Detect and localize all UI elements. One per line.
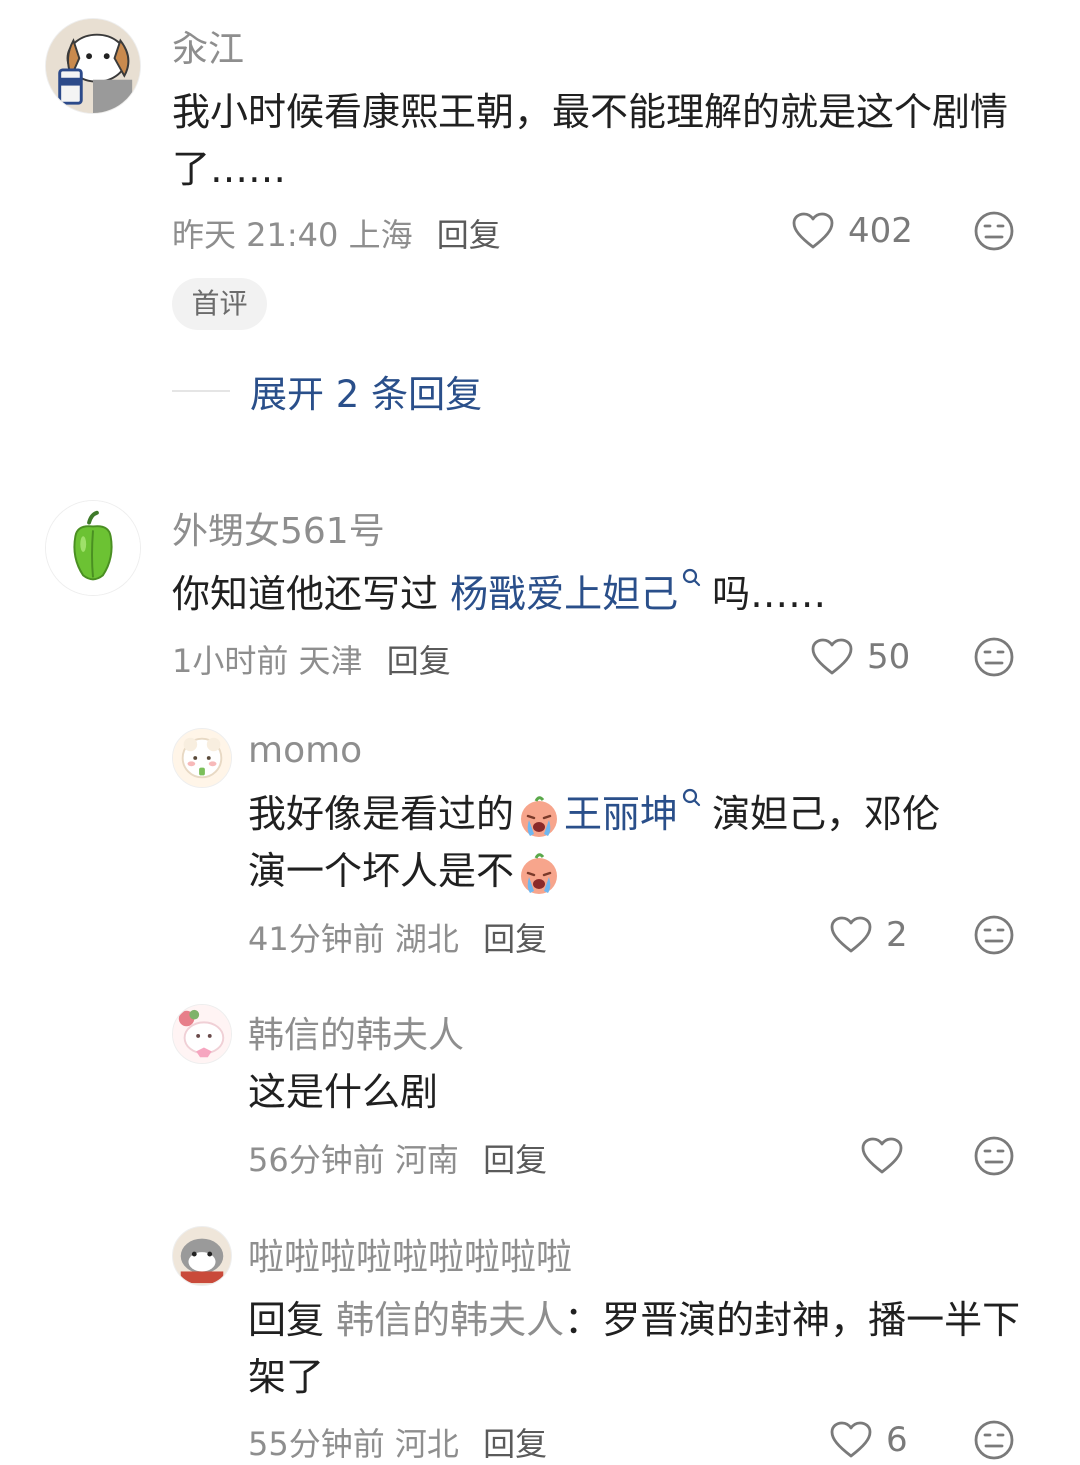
comment-text: 我小时候看康熙王朝，最不能理解的就是这个剧情了…… — [172, 90, 1009, 191]
comment-item: 外甥女561号 你知道他还写过 杨戬爱上妲己 吗…… 1小时前 天津 回复 50 — [0, 490, 1080, 710]
reply-text: 我好像是看过的 王丽坤 演妲己，邓伦 演一个坏人是不 — [248, 786, 1038, 900]
expand-replies-label[interactable]: 展开 2 条回复 — [250, 364, 482, 418]
neutral-face-icon[interactable] — [973, 1419, 1015, 1461]
location: 上海 — [348, 216, 413, 254]
heart-outline-icon — [830, 916, 872, 953]
reply-text-part: 演妲己，邓伦 — [712, 792, 941, 836]
reply-item: 啦啦啦啦啦啦啦啦啦 回复 韩信的韩夫人：罗晋演的封神，播一半下架了 55分钟前 … — [0, 1222, 1080, 1463]
reply-button[interactable]: 回复 — [387, 642, 451, 680]
like-count: 50 — [867, 637, 911, 677]
username[interactable]: 汆江 — [172, 20, 244, 72]
like-button[interactable]: 402 — [792, 208, 913, 254]
neutral-face-icon[interactable] — [973, 914, 1015, 956]
location: 河北 — [394, 1425, 459, 1463]
like-count: 402 — [848, 211, 913, 251]
expand-replies-button[interactable]: 展开 2 条回复 — [172, 366, 482, 416]
like-count: 2 — [886, 915, 908, 955]
bunny-avatar-icon — [173, 1005, 231, 1063]
heart-outline-icon — [830, 1421, 872, 1458]
sheep-avatar-icon — [173, 729, 231, 787]
avatar[interactable] — [45, 500, 141, 596]
location: 河南 — [394, 1141, 459, 1179]
heart-outline-icon — [861, 1137, 903, 1174]
search-link[interactable]: 王丽坤 — [564, 792, 678, 836]
timestamp: 1小时前 — [172, 642, 289, 680]
like-button[interactable]: 2 — [830, 912, 908, 958]
reply-text-part: 演一个坏人是不 — [248, 849, 515, 893]
reply-text-part: 我好像是看过的 — [248, 792, 515, 836]
neutral-face-icon[interactable] — [973, 1135, 1015, 1177]
like-count: 6 — [886, 1420, 908, 1460]
crying-face-emoji — [521, 852, 558, 894]
timestamp: 昨天 21:40 — [172, 216, 339, 254]
timestamp: 55分钟前 — [248, 1425, 385, 1463]
reply-button[interactable]: 回复 — [483, 920, 547, 958]
reply-meta: 56分钟前 河南 回复 — [248, 1135, 547, 1181]
dog-avatar-icon — [46, 19, 140, 113]
neutral-face-icon[interactable] — [973, 636, 1015, 678]
heart-outline-icon — [811, 638, 853, 675]
first-comment-badge: 首评 — [172, 278, 267, 330]
location: 湖北 — [394, 920, 459, 958]
reply-to-username[interactable]: 韩信的韩夫人 — [336, 1298, 564, 1342]
username[interactable]: 啦啦啦啦啦啦啦啦啦 — [248, 1228, 572, 1280]
reply-colon: ： — [564, 1298, 603, 1342]
search-icon[interactable] — [682, 788, 702, 810]
reply-button[interactable]: 回复 — [483, 1141, 547, 1179]
avatar[interactable] — [172, 1226, 232, 1286]
avatar[interactable] — [172, 1004, 232, 1064]
comment-meta: 1小时前 天津 回复 — [172, 636, 451, 682]
avatar[interactable] — [45, 18, 141, 114]
timestamp: 41分钟前 — [248, 920, 385, 958]
reply-meta: 55分钟前 河北 回复 — [248, 1419, 547, 1465]
comment-text-part: 你知道他还写过 — [172, 572, 439, 616]
like-button[interactable] — [861, 1133, 903, 1179]
expand-divider — [172, 390, 230, 392]
heart-outline-icon — [792, 212, 834, 249]
search-link[interactable]: 杨戬爱上妲己 — [450, 572, 678, 616]
like-button[interactable]: 50 — [811, 634, 910, 680]
username[interactable]: 外甥女561号 — [172, 502, 385, 554]
reply-button[interactable]: 回复 — [483, 1425, 547, 1463]
location: 天津 — [298, 642, 363, 680]
neutral-face-icon[interactable] — [973, 210, 1015, 252]
comment-meta: 昨天 21:40 上海 回复 — [172, 210, 501, 256]
reply-button[interactable]: 回复 — [437, 216, 501, 254]
search-icon[interactable] — [682, 568, 702, 590]
comment-text: 你知道他还写过 杨戬爱上妲己 吗…… — [172, 566, 1032, 623]
comment-text-part: 吗…… — [712, 572, 827, 616]
green-pepper-avatar-icon — [46, 501, 140, 595]
reply-item: momo 我好像是看过的 王丽坤 演妲己，邓伦 演一个坏人是不 41分钟前 湖北 回… — [0, 720, 1080, 980]
reply-item: 韩信的韩夫人 这是什么剧 56分钟前 河南 回复 — [0, 1000, 1080, 1200]
hamster-avatar-icon — [173, 1227, 231, 1285]
reply-text: 这是什么剧 — [248, 1070, 439, 1114]
reply-text: 回复 韩信的韩夫人：罗晋演的封神，播一半下架了 — [248, 1292, 1038, 1406]
crying-face-emoji — [521, 795, 558, 837]
avatar[interactable] — [172, 728, 232, 788]
timestamp: 56分钟前 — [248, 1141, 385, 1179]
username[interactable]: 韩信的韩夫人 — [248, 1006, 464, 1058]
reply-prefix: 回复 — [248, 1298, 325, 1342]
like-button[interactable]: 6 — [830, 1417, 908, 1463]
username[interactable]: momo — [248, 730, 362, 771]
comment-item: 汆江 我小时候看康熙王朝，最不能理解的就是这个剧情了…… 昨天 21:40 上海… — [0, 0, 1080, 440]
reply-meta: 41分钟前 湖北 回复 — [248, 914, 547, 960]
